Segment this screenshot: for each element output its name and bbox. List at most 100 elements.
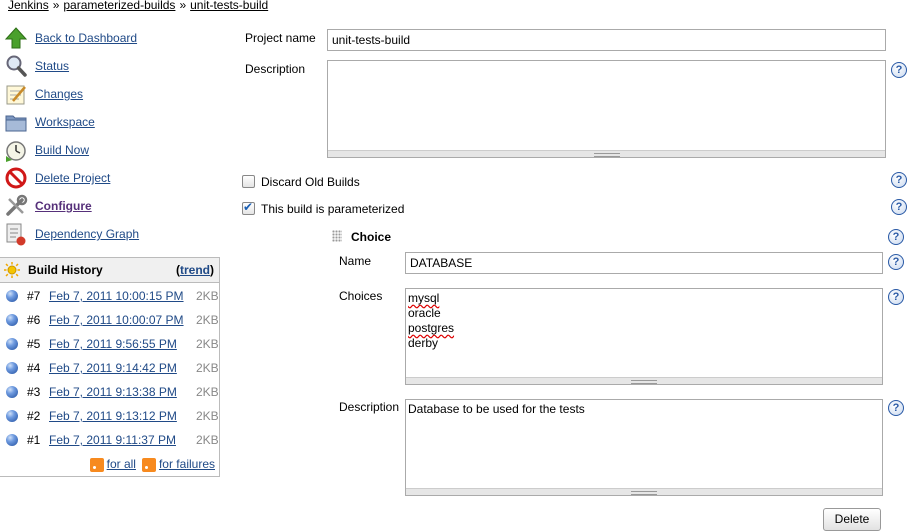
choice-option: oracle bbox=[408, 306, 441, 320]
no-entry-icon bbox=[4, 166, 28, 190]
build-date-link[interactable]: Feb 7, 2011 9:13:38 PM bbox=[49, 385, 196, 399]
description-text bbox=[328, 61, 885, 65]
build-status-ball-icon bbox=[6, 290, 18, 302]
sidebar-item-delete-project[interactable]: Delete Project bbox=[4, 165, 110, 191]
build-date-link[interactable]: Feb 7, 2011 10:00:07 PM bbox=[49, 313, 196, 327]
choice-option: mysql bbox=[408, 291, 440, 305]
choices-label: Choices bbox=[339, 289, 383, 303]
breadcrumb-separator: » bbox=[52, 0, 60, 12]
build-size: 2KB bbox=[196, 385, 219, 399]
parameter-description-text: Database to be used for the tests bbox=[408, 402, 585, 416]
resize-grip[interactable] bbox=[406, 488, 882, 495]
build-size: 2KB bbox=[196, 337, 219, 351]
breadcrumb-jenkins[interactable]: Jenkins bbox=[8, 0, 49, 12]
rss-all-wrapper[interactable]: for all bbox=[89, 457, 136, 472]
choice-option: postgres bbox=[408, 321, 455, 335]
build-size: 2KB bbox=[196, 433, 219, 447]
help-icon[interactable]: ? bbox=[891, 199, 907, 215]
rss-for-all-link[interactable]: for all bbox=[107, 457, 136, 471]
build-date-link[interactable]: Feb 7, 2011 10:00:15 PM bbox=[49, 289, 196, 303]
rss-for-failures-link[interactable]: for failures bbox=[159, 457, 215, 471]
sidebar-item-label[interactable]: Workspace bbox=[35, 115, 95, 129]
help-icon[interactable]: ? bbox=[888, 229, 904, 245]
notepad-icon bbox=[4, 82, 28, 106]
build-size: 2KB bbox=[196, 313, 219, 327]
build-date-link[interactable]: Feb 7, 2011 9:14:42 PM bbox=[49, 361, 196, 375]
sidebar-item-label[interactable]: Delete Project bbox=[35, 171, 110, 185]
build-size: 2KB bbox=[196, 409, 219, 423]
up-arrow-icon bbox=[4, 26, 28, 50]
help-icon[interactable]: ? bbox=[888, 400, 904, 416]
help-icon[interactable]: ? bbox=[891, 172, 907, 188]
parameter-name-label: Name bbox=[339, 254, 372, 268]
project-name-label: Project name bbox=[245, 31, 316, 45]
rss-icon bbox=[89, 458, 104, 472]
clock-icon bbox=[4, 138, 28, 162]
build-status-ball-icon bbox=[6, 362, 18, 374]
parameter-name-input[interactable] bbox=[405, 252, 883, 274]
choices-textarea[interactable]: mysql oracle postgres derby bbox=[405, 288, 883, 385]
choice-option: derby bbox=[408, 336, 439, 350]
parameterized-label: This build is parameterized bbox=[261, 202, 405, 216]
trend-link[interactable]: trend bbox=[180, 263, 210, 277]
sidebar-item-build-now[interactable]: Build Now bbox=[4, 137, 89, 163]
build-date-link[interactable]: Feb 7, 2011 9:56:55 PM bbox=[49, 337, 196, 351]
description-textarea[interactable] bbox=[327, 60, 886, 158]
build-row: #4 Feb 7, 2011 9:14:42 PM 2KB bbox=[0, 357, 219, 379]
magnifier-icon bbox=[4, 54, 28, 78]
parameter-description-textarea[interactable]: Database to be used for the tests bbox=[405, 399, 883, 496]
breadcrumb-job-folder[interactable]: parameterized-builds bbox=[63, 0, 175, 12]
resize-grip[interactable] bbox=[406, 377, 882, 384]
build-size: 2KB bbox=[196, 361, 219, 375]
build-size: 2KB bbox=[196, 289, 219, 303]
sidebar-item-changes[interactable]: Changes bbox=[4, 81, 83, 107]
build-number: #4 bbox=[27, 361, 41, 375]
sidebar-item-workspace[interactable]: Workspace bbox=[4, 109, 95, 135]
build-number: #2 bbox=[27, 409, 41, 423]
build-status-ball-icon bbox=[6, 434, 18, 446]
sidebar-item-label[interactable]: Changes bbox=[35, 87, 83, 101]
help-icon[interactable]: ? bbox=[891, 62, 907, 78]
choices-list: mysql oracle postgres derby bbox=[406, 289, 882, 353]
choice-parameter-title: Choice bbox=[351, 230, 392, 244]
wrench-icon bbox=[4, 194, 28, 218]
build-history-panel: Build History (trend) #7 Feb 7, 2011 10:… bbox=[0, 257, 220, 477]
breadcrumb-project[interactable]: unit-tests-build bbox=[190, 0, 268, 12]
description-label: Description bbox=[245, 62, 306, 76]
sidebar-item-label[interactable]: Status bbox=[35, 59, 69, 73]
rss-feeds: for all for failures bbox=[89, 457, 215, 472]
rss-failures-wrapper[interactable]: for failures bbox=[141, 457, 215, 472]
breadcrumb-separator: » bbox=[179, 0, 187, 12]
help-icon[interactable]: ? bbox=[888, 289, 904, 305]
sidebar-item-label[interactable]: Back to Dashboard bbox=[35, 31, 137, 45]
build-status-ball-icon bbox=[6, 314, 18, 326]
build-number: #1 bbox=[27, 433, 41, 447]
parameterized-checkbox[interactable] bbox=[242, 200, 255, 215]
build-number: #5 bbox=[27, 337, 41, 351]
sun-icon bbox=[4, 262, 20, 278]
breadcrumb: Jenkins» parameterized-builds» unit-tests-… bbox=[8, 0, 268, 12]
sidebar-item-status[interactable]: Status bbox=[4, 53, 69, 79]
discard-old-builds-checkbox[interactable] bbox=[242, 175, 255, 188]
rss-icon bbox=[141, 458, 156, 472]
build-history-title: Build History bbox=[28, 263, 103, 277]
help-icon[interactable]: ? bbox=[888, 254, 904, 270]
build-number: #3 bbox=[27, 385, 41, 399]
sidebar-item-dependency-graph[interactable]: Dependency Graph bbox=[4, 221, 139, 247]
build-date-link[interactable]: Feb 7, 2011 9:11:37 PM bbox=[49, 433, 196, 447]
build-date-link[interactable]: Feb 7, 2011 9:13:12 PM bbox=[49, 409, 196, 423]
sidebar-item-configure[interactable]: Configure bbox=[4, 193, 92, 219]
build-row: #3 Feb 7, 2011 9:13:38 PM 2KB bbox=[0, 381, 219, 403]
sidebar-item-label[interactable]: Configure bbox=[35, 199, 92, 213]
build-number: #7 bbox=[27, 289, 41, 303]
graph-icon bbox=[4, 222, 28, 246]
sidebar-item-label[interactable]: Dependency Graph bbox=[35, 227, 139, 241]
drag-handle-icon[interactable] bbox=[332, 230, 342, 242]
build-status-ball-icon bbox=[6, 386, 18, 398]
project-name-input[interactable] bbox=[327, 29, 886, 51]
build-row: #1 Feb 7, 2011 9:11:37 PM 2KB bbox=[0, 429, 219, 451]
resize-grip[interactable] bbox=[328, 150, 885, 157]
sidebar-item-back-to-dashboard[interactable]: Back to Dashboard bbox=[4, 25, 137, 51]
delete-parameter-button[interactable]: Delete bbox=[823, 508, 881, 531]
sidebar-item-label[interactable]: Build Now bbox=[35, 143, 89, 157]
